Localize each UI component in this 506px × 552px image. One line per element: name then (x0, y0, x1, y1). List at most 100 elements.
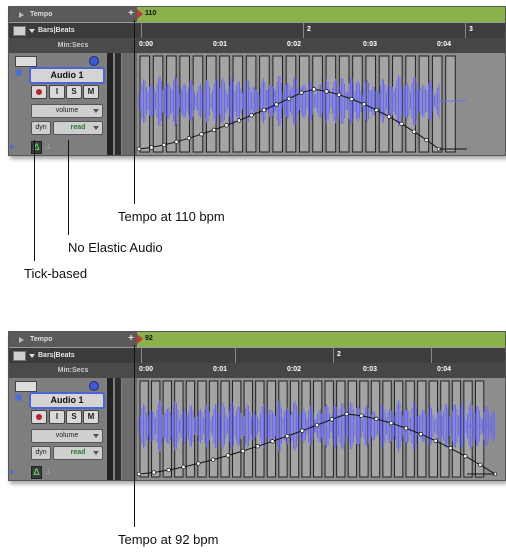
audio-clip[interactable] (174, 380, 184, 478)
bars-ruler[interactable]: 2 (137, 348, 505, 363)
bars-ruler-header[interactable]: Bars|Beats (9, 23, 137, 38)
automation-breakpoint[interactable] (261, 107, 267, 113)
track-name[interactable]: Audio 1 (29, 392, 105, 409)
automation-breakpoint[interactable] (478, 462, 483, 467)
audio-clip[interactable] (336, 380, 346, 478)
track-color-icon[interactable] (89, 381, 99, 391)
expand-triangle-icon[interactable] (19, 11, 24, 18)
elastic-audio-icon[interactable]: ⊥ (45, 142, 52, 151)
timebase-menu-icon[interactable] (13, 350, 26, 361)
record-enable-button[interactable] (31, 410, 47, 424)
automation-breakpoint[interactable] (336, 92, 342, 97)
automation-breakpoint[interactable] (324, 89, 329, 94)
tempo-marker-icon[interactable] (137, 9, 143, 19)
automation-breakpoint[interactable] (285, 433, 290, 439)
automation-breakpoint[interactable] (255, 444, 260, 449)
automation-breakpoint[interactable] (386, 114, 392, 119)
audio-clip[interactable] (139, 380, 149, 478)
automation-breakpoint[interactable] (411, 129, 417, 134)
bars-ruler[interactable]: 2 3 (137, 23, 505, 38)
elastic-audio-icon[interactable]: ⊥ (45, 467, 52, 476)
automation-breakpoint[interactable] (433, 438, 438, 443)
automation-breakpoint[interactable] (418, 431, 423, 437)
audio-clip[interactable] (445, 55, 456, 153)
tempo-ruler-header[interactable]: Tempo + (9, 332, 137, 347)
automation-breakpoint[interactable] (137, 471, 142, 477)
minsecs-ruler[interactable]: 0:00 0:01 0:02 0:03 0:04 (137, 363, 505, 378)
input-monitor-button[interactable]: I (49, 410, 65, 424)
track-view-selector[interactable]: volume (31, 104, 103, 118)
automation-breakpoint[interactable] (174, 139, 179, 144)
input-monitor-button[interactable]: I (49, 85, 65, 99)
tempo-ruler[interactable]: 110 (137, 7, 505, 22)
automation-breakpoint[interactable] (299, 90, 304, 95)
automation-breakpoint[interactable] (463, 454, 468, 459)
automation-breakpoint[interactable] (240, 448, 245, 454)
automation-breakpoint[interactable] (270, 439, 275, 444)
automation-breakpoint[interactable] (361, 102, 367, 107)
automation-breakpoint[interactable] (359, 413, 364, 418)
solo-button[interactable]: S (66, 85, 82, 99)
tempo-marker-icon[interactable] (137, 334, 143, 344)
audio-clip[interactable] (255, 380, 265, 478)
automation-mode-selector[interactable]: read (53, 121, 103, 135)
dyn-button[interactable]: dyn (31, 446, 51, 460)
mute-button[interactable]: M (83, 410, 99, 424)
track-playlist[interactable] (137, 378, 505, 480)
automation-breakpoint[interactable] (249, 113, 254, 118)
tick-timebase-icon[interactable]: Δ (31, 141, 42, 154)
automation-breakpoint[interactable] (236, 118, 242, 123)
automation-breakpoint[interactable] (161, 142, 167, 148)
solo-button[interactable]: S (66, 410, 82, 424)
audio-clip[interactable] (220, 380, 230, 478)
dyn-button[interactable]: dyn (31, 121, 51, 135)
automation-breakpoint[interactable] (186, 136, 192, 141)
automation-breakpoint[interactable] (225, 453, 231, 458)
automation-breakpoint[interactable] (274, 102, 279, 107)
audio-clip[interactable] (417, 380, 427, 478)
automation-breakpoint[interactable] (329, 417, 334, 422)
automation-breakpoint[interactable] (199, 132, 204, 137)
automation-breakpoint[interactable] (224, 123, 229, 128)
expand-triangle-icon[interactable] (10, 469, 14, 475)
mute-button[interactable]: M (83, 85, 99, 99)
automation-breakpoint[interactable] (374, 107, 379, 113)
automation-breakpoint[interactable] (344, 411, 349, 417)
track-color-icon[interactable] (89, 56, 99, 66)
tempo-ruler[interactable]: 92 (137, 332, 505, 347)
timebase-menu-icon[interactable] (13, 25, 26, 36)
automation-breakpoint[interactable] (211, 457, 216, 462)
track-collapse-icon[interactable] (15, 69, 22, 76)
track-playlist[interactable] (137, 53, 505, 155)
automation-breakpoint[interactable] (311, 87, 317, 92)
tempo-ruler-header[interactable]: Tempo + (9, 7, 137, 22)
automation-breakpoint[interactable] (403, 426, 409, 431)
bars-ruler-header[interactable]: Bars|Beats (9, 348, 137, 363)
tick-timebase-icon[interactable]: Δ (31, 466, 42, 479)
automation-breakpoint[interactable] (389, 420, 394, 426)
expand-triangle-icon[interactable] (19, 336, 24, 343)
track-view-button[interactable] (15, 56, 37, 67)
record-enable-button[interactable] (31, 85, 47, 99)
automation-breakpoint[interactable] (211, 127, 217, 133)
expand-triangle-icon[interactable] (10, 144, 14, 150)
automation-breakpoint[interactable] (166, 467, 171, 473)
automation-breakpoint[interactable] (399, 121, 404, 126)
automation-breakpoint[interactable] (349, 96, 354, 102)
automation-breakpoint[interactable] (149, 145, 154, 150)
automation-breakpoint[interactable] (286, 96, 292, 101)
add-tempo-icon[interactable]: + (128, 333, 134, 344)
automation-breakpoint[interactable] (374, 416, 379, 422)
automation-breakpoint[interactable] (300, 428, 305, 433)
automation-mode-selector[interactable]: read (53, 446, 103, 460)
automation-breakpoint[interactable] (448, 446, 453, 451)
automation-breakpoint[interactable] (151, 470, 156, 475)
track-view-selector[interactable]: volume (31, 429, 103, 443)
add-tempo-icon[interactable]: + (128, 8, 134, 19)
track-name[interactable]: Audio 1 (29, 67, 105, 84)
automation-breakpoint[interactable] (181, 464, 186, 470)
automation-breakpoint[interactable] (314, 422, 320, 428)
track-collapse-icon[interactable] (15, 394, 22, 401)
automation-breakpoint[interactable] (196, 461, 201, 466)
minsecs-ruler[interactable]: 0:00 0:01 0:02 0:03 0:04 (137, 38, 505, 53)
